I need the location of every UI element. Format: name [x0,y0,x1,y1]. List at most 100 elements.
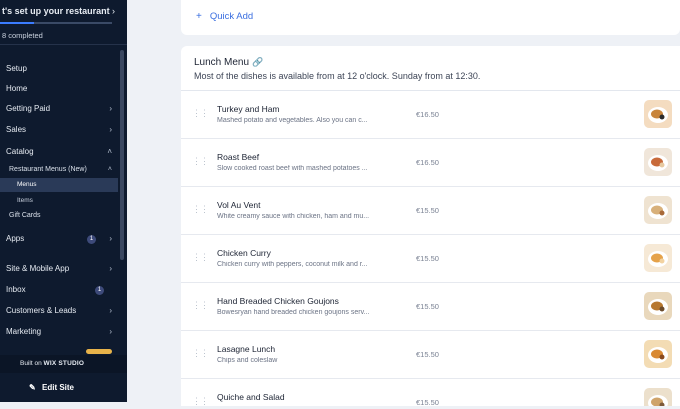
menu-item-row[interactable]: ⋮⋮ Quiche and Salad €15.50 [181,379,680,406]
dish-description: Slow cooked roast beef with mashed potat… [217,165,368,172]
sidebar-item-label: Restaurant Menus (New) [9,166,87,173]
sidebar-item-label: Getting Paid [6,104,51,113]
dish-price: €15.50 [416,398,439,406]
chevron-up-icon: ˄ [107,166,112,173]
sidebar-item-items[interactable]: Items [0,194,118,208]
setup-progress-bar [0,22,112,24]
plus-icon: + [196,11,202,22]
sidebar-item-menus[interactable]: Menus [0,178,118,192]
menu-title: Lunch Menu 🔗 [194,57,263,68]
dish-price: €15.50 [416,254,439,263]
sidebar-item-label: Site & Mobile App [6,264,70,273]
quick-add-card [181,0,680,35]
wix-studio-logo: WIX STUDIO [43,360,85,367]
dish-thumbnail[interactable] [644,292,672,320]
sidebar-item-label: Marketing [6,327,42,336]
link-icon[interactable]: 🔗 [252,57,263,67]
edit-site-label: Edit Site [42,383,75,392]
chevron-right-icon: › [109,264,112,273]
drag-handle-icon[interactable]: ⋮⋮ [192,204,209,215]
setup-progress-fill [0,22,34,24]
quick-add-button[interactable]: + Quick Add [196,11,253,22]
drag-handle-icon[interactable]: ⋮⋮ [192,156,209,167]
menu-item-row[interactable]: ⋮⋮ Vol Au Vent White creamy sauce with chi… [181,187,680,235]
dish-description: Mashed potato and vegetables. Also you c… [217,117,368,124]
dish-name: Chicken Curry [217,248,271,258]
sidebar-item-getting-paid[interactable]: Getting Paid › [0,101,118,117]
menu-section-card: Lunch Menu 🔗 Most of the dishes is availa… [181,46,680,406]
dish-price: €16.50 [416,158,439,167]
chevron-up-icon: ˄ [107,147,112,156]
drag-handle-icon[interactable]: ⋮⋮ [192,252,209,263]
sidebar-item-customers-leads[interactable]: Customers & Leads › [0,303,118,319]
built-on-wix-studio: Built on WIX STUDIO [0,355,127,373]
drag-handle-icon[interactable]: ⋮⋮ [192,396,209,406]
menu-item-row[interactable]: ⋮⋮ Roast Beef Slow cooked roast beef with … [181,139,680,187]
quick-add-label: Quick Add [209,11,254,22]
sidebar-item-inbox[interactable]: Inbox 1 [0,282,118,298]
dish-name: Roast Beef [217,152,260,162]
menu-item-row[interactable]: ⋮⋮ Hand Breaded Chicken Goujons Bowesryan … [181,283,680,331]
dish-name: Quiche and Salad [217,392,285,402]
sidebar-item-label: Inbox [6,285,26,294]
setup-checklist-header[interactable]: t's set up your restaurant › [0,6,127,20]
sidebar-item-gift-cards[interactable]: Gift Cards [0,209,118,223]
sidebar-scrollbar[interactable] [120,50,124,260]
sidebar-item-label: Catalog [6,147,34,156]
drag-handle-icon[interactable]: ⋮⋮ [192,108,209,119]
edit-site-button[interactable]: ✎ Edit Site [0,374,127,402]
drag-handle-icon[interactable]: ⋮⋮ [192,348,209,359]
dish-description: White creamy sauce with chicken, ham and… [217,213,370,220]
sidebar-item-label: Apps [6,234,25,243]
sidebar-item-label: Customers & Leads [6,306,77,315]
sidebar-item-label: Menus [17,181,37,188]
sidebar-item-label: Sales [6,125,27,134]
menu-item-row[interactable]: ⋮⋮ Chicken Curry Chicken curry with pepper… [181,235,680,283]
dish-thumbnail[interactable] [644,196,672,224]
menu-item-row[interactable]: ⋮⋮ Turkey and Ham Mashed potato and vegeta… [181,91,680,139]
drag-handle-icon[interactable]: ⋮⋮ [192,300,209,311]
chevron-right-icon: › [109,125,112,134]
dish-name: Turkey and Ham [217,104,280,114]
sidebar-item-home[interactable]: Home [0,81,118,97]
dish-thumbnail[interactable] [644,244,672,272]
built-on-label: Built on [20,360,42,367]
menu-item-row[interactable]: ⋮⋮ Lasagne Lunch Chips and coleslaw €15.50 [181,331,680,379]
sidebar-divider [0,44,127,45]
sidebar-item-apps[interactable]: Apps 1 › [0,231,118,247]
sidebar: t's set up your restaurant › 8 completed… [0,0,127,402]
dish-description: Chicken curry with peppers, coconut milk… [217,261,368,268]
notification-badge: 1 [87,235,96,244]
dish-price: €15.50 [416,350,439,359]
sidebar-item-site-mobile-app[interactable]: Site & Mobile App › [0,261,118,277]
dish-thumbnail[interactable] [644,388,672,406]
chevron-right-icon: › [109,327,112,336]
dish-name: Lasagne Lunch [217,344,276,354]
sidebar-item-marketing[interactable]: Marketing › [0,324,118,340]
dish-description: Bowesryan hand breaded chicken goujons s… [217,309,370,316]
menu-description: Most of the dishes is available from at … [194,71,481,81]
upgrade-pill[interactable] [86,349,112,354]
sidebar-item-setup[interactable]: Setup [0,61,118,77]
chevron-right-icon: › [112,6,115,16]
dish-thumbnail[interactable] [644,100,672,128]
notification-badge: 1 [95,286,104,295]
dish-thumbnail[interactable] [644,148,672,176]
chevron-right-icon: › [109,234,112,243]
chevron-right-icon: › [109,104,112,113]
dish-description: Chips and coleslaw [217,357,278,364]
setup-completed-count: 8 completed [2,31,43,40]
dish-name: Vol Au Vent [217,200,261,210]
sidebar-item-restaurant-menus[interactable]: Restaurant Menus (New) ˄ [0,163,118,177]
dish-price: €15.50 [416,206,439,215]
menu-title-text: Lunch Menu [194,57,250,68]
dish-price: €16.50 [416,110,439,119]
sidebar-item-label: Home [6,84,28,93]
sidebar-item-label: Items [17,197,33,204]
dish-thumbnail[interactable] [644,340,672,368]
sidebar-item-catalog[interactable]: Catalog ˄ [0,144,118,160]
pencil-icon: ✎ [29,383,36,392]
dish-name: Hand Breaded Chicken Goujons [217,296,339,306]
sidebar-item-sales[interactable]: Sales › [0,122,118,138]
dish-price: €15.50 [416,302,439,311]
